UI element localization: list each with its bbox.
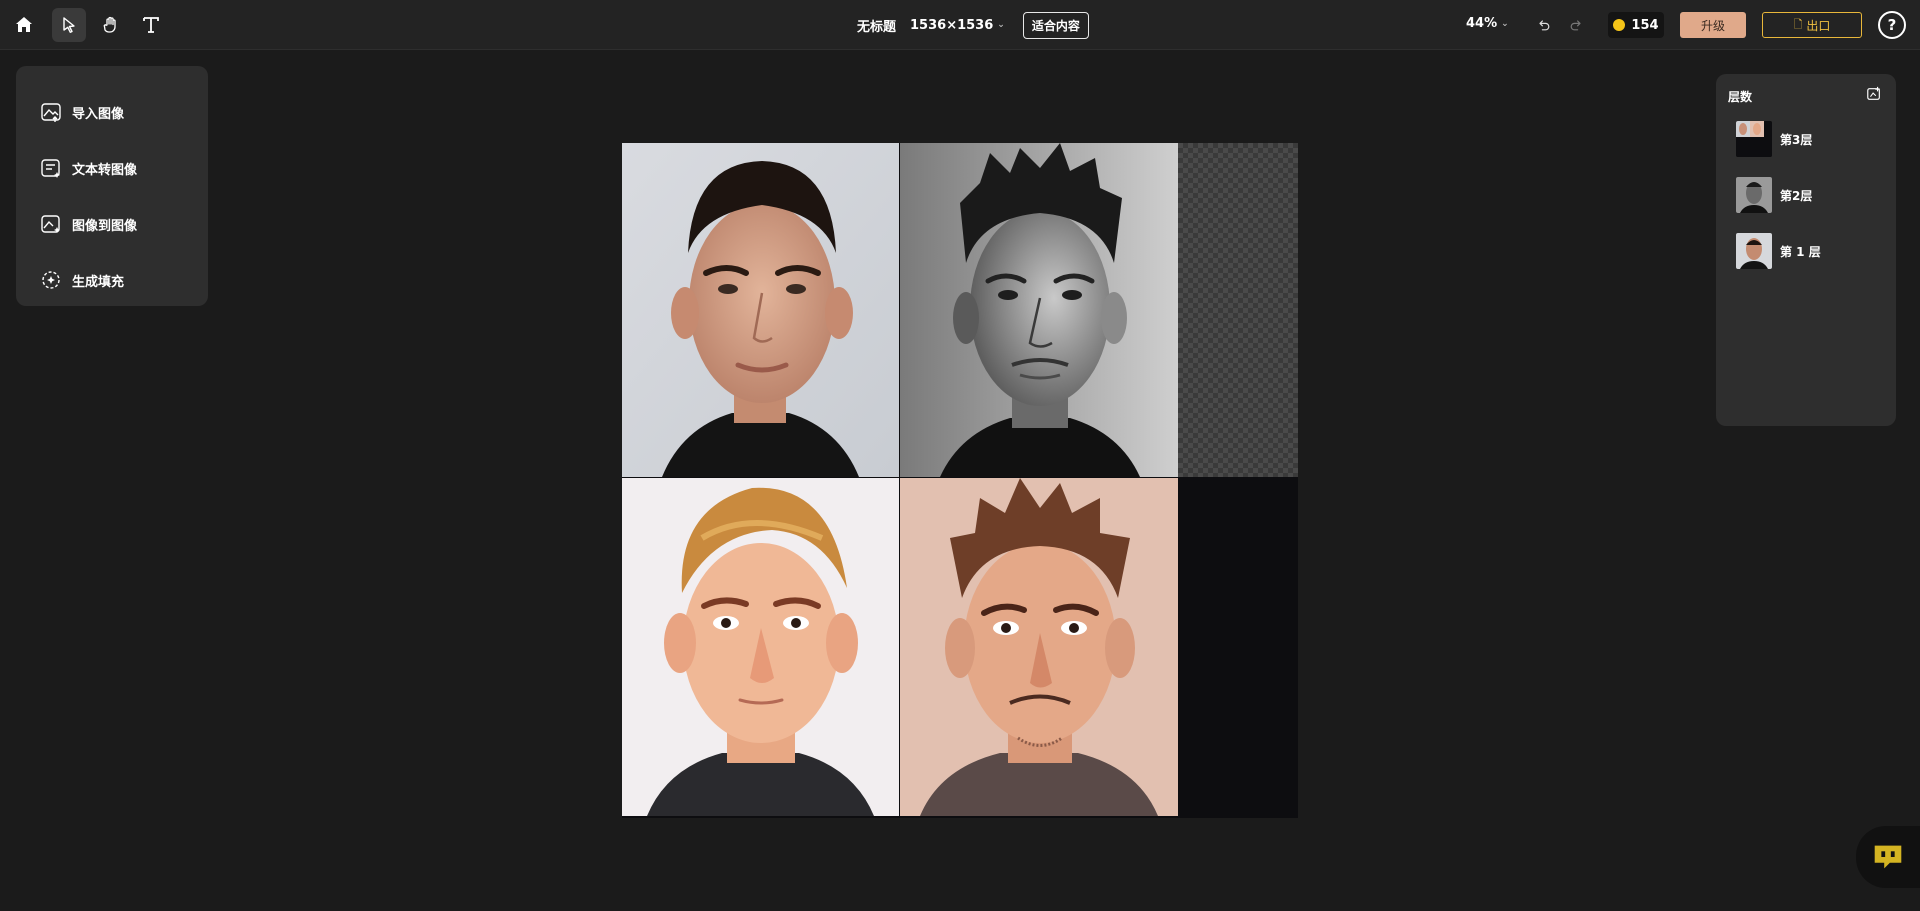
file-icon: 🗋: [1793, 17, 1803, 31]
document-title[interactable]: 无标题: [857, 16, 896, 35]
layer-thumbnail: [1736, 177, 1772, 213]
export-label: 出口: [1806, 18, 1831, 33]
top-toolbar: 无标题 1536×1536 ⌄ 适合内容 44% ⌄ 154 升级 🗋 出口 ?: [0, 0, 1920, 50]
chat-support-button[interactable]: [1856, 826, 1920, 888]
layer-label: 第2层: [1780, 188, 1813, 203]
chat-icon: [1874, 845, 1902, 869]
layer-thumbnail: [1736, 233, 1772, 269]
canvas-size-dropdown[interactable]: 1536×1536 ⌄: [910, 18, 1005, 33]
generative-fill-icon: [42, 271, 60, 289]
zoom-level: 44%: [1466, 16, 1498, 31]
layer-item-1[interactable]: 第 1 层: [1736, 232, 1886, 270]
layers-panel: 层数 第3层 第2层 第 1 层: [1716, 74, 1896, 426]
import-image-item[interactable]: 导入图像: [16, 84, 208, 140]
image-upload-icon: [41, 103, 61, 122]
credits-count: 154: [1631, 17, 1659, 33]
generation-tools-panel: 导入图像 文本转图像 图像到图像 生成填充: [16, 66, 208, 306]
home-icon[interactable]: [7, 8, 41, 42]
add-layer-icon[interactable]: [1866, 86, 1884, 104]
layer-item-3[interactable]: 第3层: [1736, 120, 1886, 158]
layer-label: 第3层: [1780, 132, 1813, 147]
zoom-dropdown[interactable]: 44% ⌄: [1466, 16, 1509, 31]
generative-fill-label: 生成填充: [72, 274, 125, 290]
layer-item-2[interactable]: 第2层: [1736, 176, 1886, 214]
chevron-down-icon: ⌄: [997, 20, 1005, 30]
text-to-image-label: 文本转图像: [72, 162, 138, 178]
text-to-image-item[interactable]: 文本转图像: [16, 140, 208, 196]
fit-content-button[interactable]: 适合内容: [1022, 11, 1089, 39]
image-to-image-icon: [41, 215, 60, 233]
layers-panel-title: 层数: [1728, 90, 1753, 104]
layer-label: 第 1 层: [1780, 244, 1821, 259]
document-info: 无标题 1536×1536 ⌄ 适合内容: [857, 11, 1089, 39]
pointer-icon[interactable]: [52, 8, 86, 42]
portrait-black-and-white[interactable]: [900, 143, 1178, 477]
image-to-image-label: 图像到图像: [72, 218, 138, 234]
help-button[interactable]: ?: [1878, 11, 1906, 39]
portrait-realistic-color[interactable]: [622, 143, 899, 477]
hand-icon[interactable]: [94, 8, 128, 42]
credits-balance: 154: [1608, 12, 1664, 38]
coin-icon: [1613, 19, 1626, 31]
upgrade-button[interactable]: 升级: [1680, 12, 1746, 38]
text-icon[interactable]: [134, 8, 168, 42]
text-to-image-icon: [41, 159, 60, 178]
chevron-down-icon: ⌄: [1501, 18, 1509, 29]
export-button[interactable]: 🗋 出口: [1762, 12, 1862, 38]
transparent-area: [1178, 143, 1298, 477]
import-image-label: 导入图像: [72, 106, 125, 122]
portrait-cartoon-blond[interactable]: [622, 478, 899, 816]
undo-icon[interactable]: [1534, 15, 1554, 35]
portrait-cartoon-brunette[interactable]: [900, 478, 1178, 816]
canvas-size-label: 1536×1536: [910, 17, 994, 33]
layer-thumbnail: [1736, 121, 1772, 157]
canvas[interactable]: [622, 143, 1298, 818]
generative-fill-item[interactable]: 生成填充: [16, 252, 208, 308]
image-to-image-item[interactable]: 图像到图像: [16, 196, 208, 252]
redo-icon[interactable]: [1566, 15, 1586, 35]
